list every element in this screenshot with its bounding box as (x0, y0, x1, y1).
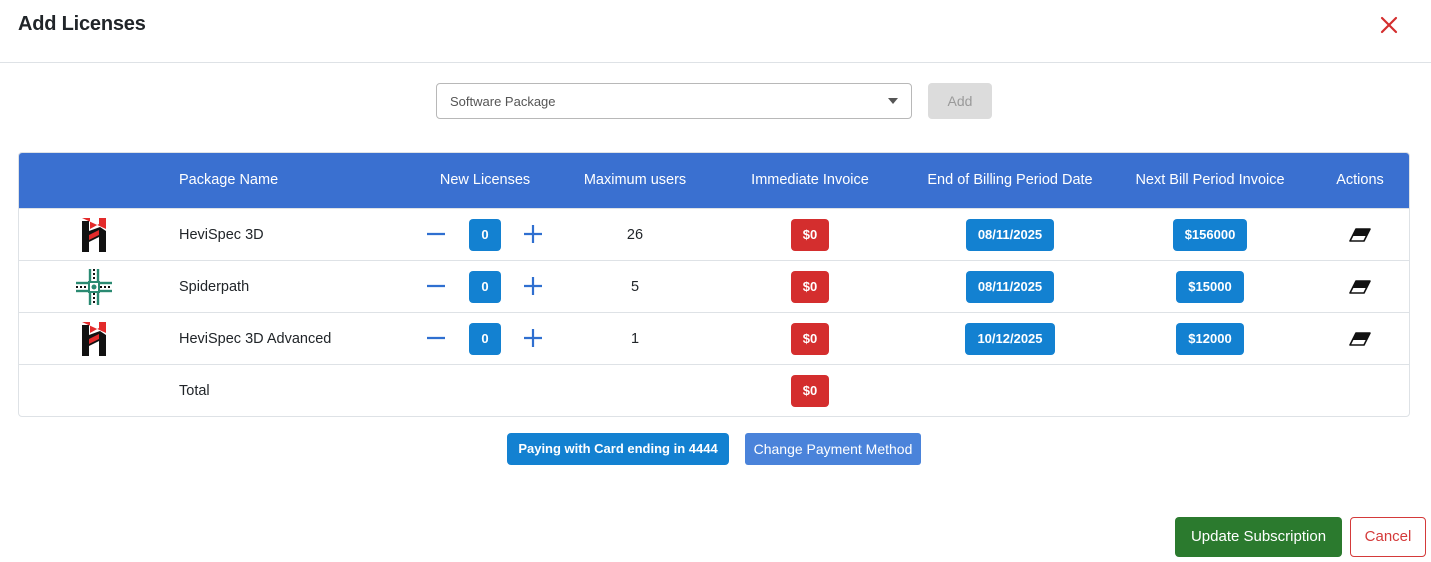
modal-header: Add Licenses (0, 0, 1431, 63)
table-row: Spiderpath 0 5 $0 08/11/2025 $15000 (19, 260, 1409, 312)
table-header: Package Name New Licenses Maximum users … (19, 153, 1409, 208)
immediate-invoice-cell: $0 (740, 313, 880, 364)
eraser-icon[interactable] (1348, 226, 1372, 244)
immediate-invoice-badge: $0 (790, 322, 830, 355)
max-users-cell: 26 (585, 209, 685, 260)
software-package-select[interactable]: Software Package (436, 83, 912, 119)
total-label: Total (179, 382, 210, 399)
package-name-cell: HeviSpec 3D Advanced (179, 313, 409, 364)
table-row: HeviSpec 3D 0 26 $0 08/11/2025 $156000 (19, 208, 1409, 260)
spiderpath-logo (76, 268, 112, 305)
add-licenses-modal: Add Licenses Software Package Add Packag… (0, 0, 1431, 562)
column-header-maximum-users: Maximum users (583, 172, 687, 188)
next-invoice-cell: $12000 (1110, 313, 1310, 364)
immediate-invoice-cell: $0 (740, 261, 880, 312)
column-header-actions: Actions (1336, 172, 1384, 188)
package-logo-cell (74, 209, 114, 260)
plus-icon (524, 225, 542, 243)
minus-icon (427, 284, 445, 288)
close-icon (1380, 16, 1398, 34)
update-subscription-button[interactable]: Update Subscription (1175, 517, 1342, 557)
next-invoice-badge: $15000 (1176, 270, 1244, 303)
new-licenses-count[interactable]: 0 (469, 219, 501, 251)
total-invoice-cell: $0 (740, 365, 880, 416)
actions-cell (1335, 209, 1385, 260)
decrement-button[interactable] (425, 223, 447, 245)
package-name-cell: HeviSpec 3D (179, 209, 409, 260)
actions-cell (1335, 261, 1385, 312)
add-button[interactable]: Add (928, 83, 992, 119)
close-button[interactable] (1376, 12, 1402, 38)
max-users: 1 (630, 330, 640, 347)
package-name: HeviSpec 3D (179, 226, 264, 243)
hevispec-logo (82, 217, 106, 252)
licenses-table: Package Name New Licenses Maximum users … (18, 152, 1410, 417)
minus-icon (427, 336, 445, 340)
package-logo-cell (74, 313, 114, 364)
decrement-button[interactable] (425, 275, 447, 297)
end-date-cell: 08/11/2025 (910, 261, 1110, 312)
package-name-cell: Spiderpath (179, 261, 409, 312)
software-package-placeholder: Software Package (450, 94, 556, 109)
next-invoice-badge: $156000 (1172, 218, 1248, 251)
total-label-cell: Total (179, 365, 409, 416)
column-header-immediate-invoice: Immediate Invoice (751, 172, 869, 188)
column-header-next-bill-invoice: Next Bill Period Invoice (1135, 172, 1285, 188)
max-users-cell: 1 (585, 313, 685, 364)
end-date-cell: 08/11/2025 (910, 209, 1110, 260)
immediate-invoice-cell: $0 (740, 209, 880, 260)
package-name: Spiderpath (179, 278, 250, 295)
next-invoice-badge: $12000 (1176, 322, 1244, 355)
column-header-package-name: Package Name (179, 172, 279, 188)
package-logo-cell (74, 261, 114, 312)
end-date-badge: 08/11/2025 (965, 218, 1055, 251)
hevispec-logo (82, 321, 106, 356)
paying-with-card-badge: Paying with Card ending in 4444 (507, 433, 729, 465)
cancel-button[interactable]: Cancel (1350, 517, 1426, 557)
end-date-badge: 08/11/2025 (965, 270, 1055, 303)
decrement-button[interactable] (425, 327, 447, 349)
max-users-cell: 5 (585, 261, 685, 312)
chevron-down-icon (888, 98, 898, 104)
immediate-invoice-badge: $0 (790, 218, 830, 251)
package-name: HeviSpec 3D Advanced (179, 330, 332, 347)
new-licenses-count[interactable]: 0 (469, 271, 501, 303)
end-date-badge: 10/12/2025 (965, 322, 1055, 355)
max-users: 5 (630, 278, 640, 295)
new-licenses-count[interactable]: 0 (469, 323, 501, 355)
max-users: 26 (626, 226, 644, 243)
column-header-end-of-billing-period: End of Billing Period Date (927, 172, 1093, 188)
plus-icon (524, 277, 542, 295)
total-invoice-badge: $0 (790, 374, 830, 407)
increment-button[interactable] (522, 223, 544, 245)
plus-icon (524, 329, 542, 347)
change-payment-method-button[interactable]: Change Payment Method (745, 433, 921, 465)
increment-button[interactable] (522, 327, 544, 349)
next-invoice-cell: $156000 (1110, 209, 1310, 260)
next-invoice-cell: $15000 (1110, 261, 1310, 312)
table-row: HeviSpec 3D Advanced 0 1 $0 10/12/2025 $… (19, 312, 1409, 364)
eraser-icon[interactable] (1348, 330, 1372, 348)
immediate-invoice-badge: $0 (790, 270, 830, 303)
increment-button[interactable] (522, 275, 544, 297)
minus-icon (427, 232, 445, 236)
actions-cell (1335, 313, 1385, 364)
column-header-new-licenses: New Licenses (439, 172, 531, 188)
modal-title: Add Licenses (18, 13, 146, 35)
end-date-cell: 10/12/2025 (910, 313, 1110, 364)
eraser-icon[interactable] (1348, 278, 1372, 296)
total-row: Total $0 (19, 364, 1409, 416)
